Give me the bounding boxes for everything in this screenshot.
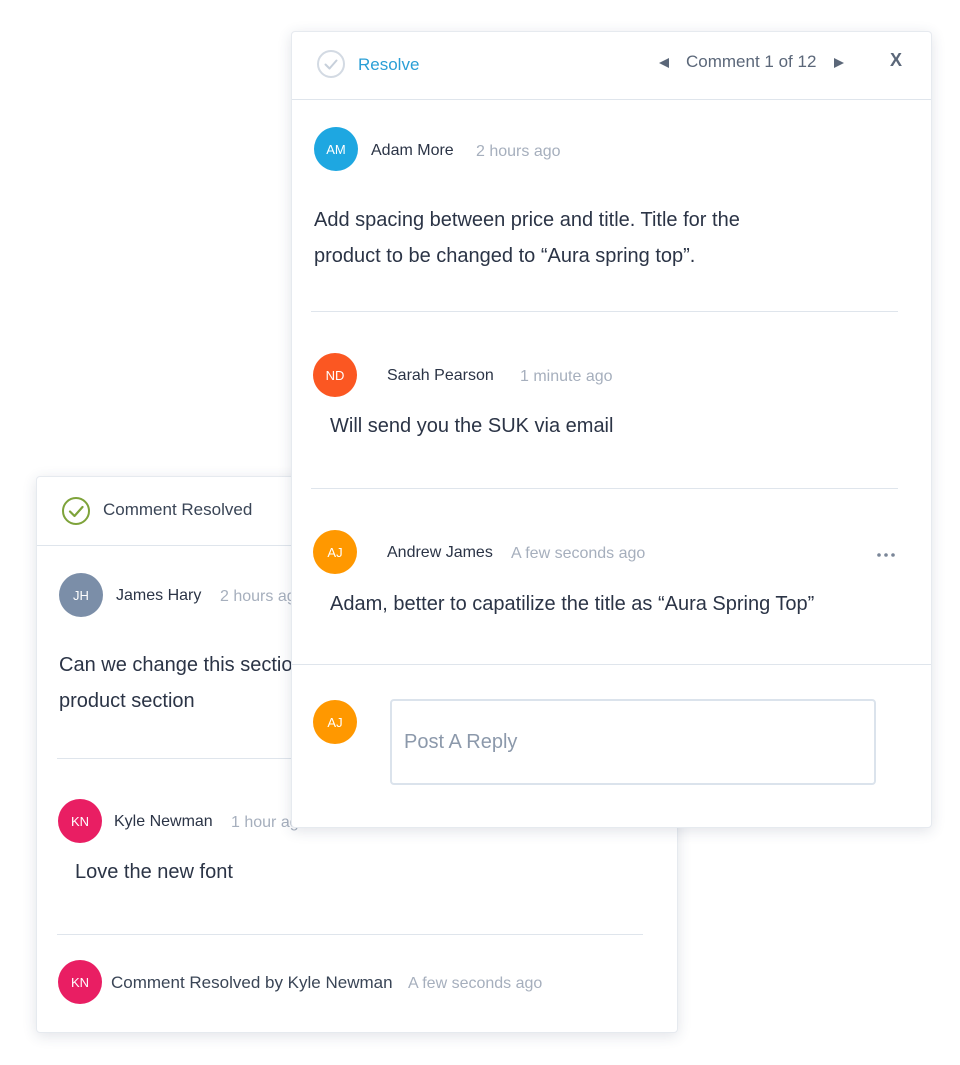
comment-text-line: Add spacing between price and title. Tit…: [314, 209, 740, 231]
close-button[interactable]: X: [890, 50, 902, 71]
avatar: KN: [58, 799, 102, 843]
comment-counter: Comment 1 of 12: [686, 52, 817, 71]
more-horizontal-icon[interactable]: [876, 547, 896, 557]
reply-input[interactable]: [392, 701, 874, 783]
reply-text: Love the new font: [75, 861, 233, 883]
comment-text-line: product section: [59, 690, 195, 712]
resolved-status-label: Comment Resolved: [103, 500, 253, 519]
avatar: AJ: [313, 530, 357, 574]
comment-author: James Hary: [116, 587, 202, 604]
avatar: ND: [313, 353, 357, 397]
resolution-text: Comment Resolved by Kyle Newman: [111, 973, 393, 992]
reply-time: A few seconds ago: [511, 545, 646, 562]
comment-author: Adam More: [371, 142, 454, 159]
reply-input-box[interactable]: [390, 699, 876, 785]
comment-divider: [311, 311, 898, 312]
active-comment-card: Resolve Comment 1 of 12 X AM Adam More 2…: [291, 31, 932, 828]
reply-author: Andrew James: [387, 544, 493, 561]
header-divider: [292, 99, 931, 100]
triangle-right-icon[interactable]: [833, 56, 845, 68]
avatar: KN: [58, 960, 102, 1004]
comment-text: Can we change this section to product se…: [59, 647, 326, 719]
reply-input-divider: [292, 664, 931, 665]
reply-text: Will send you the SUK via email: [330, 415, 614, 437]
comment-text-line: Can we change this section to: [59, 654, 326, 676]
comment-time: 2 hours ago: [476, 143, 561, 160]
comment-text: Add spacing between price and title. Tit…: [314, 202, 740, 274]
resolved-check-icon: [61, 496, 91, 526]
reply-time: 1 minute ago: [520, 368, 613, 385]
reply-divider: [57, 934, 643, 935]
reply-text: Adam, better to capatilize the title as …: [330, 593, 815, 615]
resolve-check-icon[interactable]: [316, 49, 346, 79]
comment-text-line: product to be changed to “Aura spring to…: [314, 245, 696, 267]
resolution-time: A few seconds ago: [408, 975, 543, 992]
reply-author: Sarah Pearson: [387, 367, 494, 384]
avatar: AJ: [313, 700, 357, 744]
avatar: JH: [59, 573, 103, 617]
reply-author: Kyle Newman: [114, 813, 213, 830]
resolve-button[interactable]: Resolve: [358, 55, 419, 75]
triangle-left-icon[interactable]: [658, 56, 670, 68]
reply-divider: [311, 488, 898, 489]
avatar: AM: [314, 127, 358, 171]
